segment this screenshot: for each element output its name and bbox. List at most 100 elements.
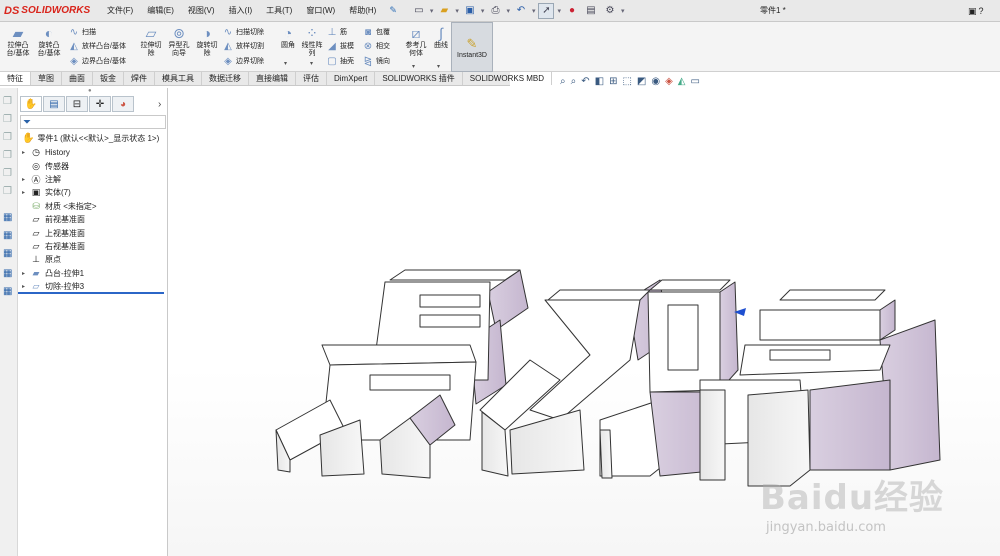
- previous-view-icon[interactable]: ↶: [581, 76, 589, 87]
- expand-arrow-icon[interactable]: ▸: [22, 176, 30, 183]
- expand-arrow-icon[interactable]: ▸: [22, 189, 30, 196]
- rollback-bar[interactable]: [18, 292, 164, 294]
- revolve-boss-button[interactable]: ◐ 旋转凸 台/基体: [33, 24, 65, 58]
- boundary-boss-button[interactable]: ◈ 边界凸台/基体: [68, 54, 126, 68]
- expand-arrow-icon[interactable]: ▸: [22, 270, 30, 277]
- feature-tree-tab-icon[interactable]: ✋: [20, 96, 42, 112]
- tree-item-boss-extrude1[interactable]: ▸ ▰ 凸台-拉伸1: [22, 267, 97, 280]
- pin-menu-icon[interactable]: ✎: [383, 5, 403, 16]
- strip-copy-icon[interactable]: ❐: [3, 150, 15, 162]
- help-search-icon[interactable]: ▣: [968, 6, 977, 17]
- save-dropdown-icon[interactable]: ▾: [481, 7, 485, 15]
- print-dropdown-icon[interactable]: ▾: [506, 7, 510, 15]
- tree-item-right-plane[interactable]: ▱ 右视基准面: [22, 240, 97, 253]
- tree-item-sensors[interactable]: ◎ 传感器: [22, 159, 97, 172]
- tab-direct-editing[interactable]: 直接编辑: [249, 72, 296, 85]
- feature-tree-filter[interactable]: ⏷: [20, 115, 166, 129]
- sweep-cut-button[interactable]: ∿ 扫描切除: [222, 25, 264, 39]
- rebuild-traffic-light-icon[interactable]: ●: [564, 3, 580, 19]
- panel-grip-icon[interactable]: ●: [88, 88, 92, 94]
- section-view-icon[interactable]: ◧: [595, 76, 604, 87]
- rib-button[interactable]: ⊥ 筋: [326, 25, 347, 39]
- tree-item-top-plane[interactable]: ▱ 上视基准面: [22, 226, 97, 239]
- tab-surfaces[interactable]: 曲面: [62, 72, 93, 85]
- strip-copy-icon[interactable]: ❐: [3, 186, 15, 198]
- tab-features[interactable]: 特征: [0, 72, 31, 85]
- new-dropdown-icon[interactable]: ▾: [430, 7, 434, 15]
- property-manager-tab-icon[interactable]: ▤: [43, 96, 65, 112]
- menu-help[interactable]: 帮助(H): [342, 0, 383, 22]
- draft-button[interactable]: ◢ 拔模: [326, 39, 354, 53]
- tree-item-material[interactable]: ⛁ 材质 <未指定>: [22, 200, 96, 213]
- linear-pattern-button[interactable]: ⁘ 线性阵 列: [296, 24, 328, 58]
- expand-arrow-icon[interactable]: ▸: [22, 283, 30, 290]
- tree-item-origin[interactable]: ⊥ 原点: [22, 253, 97, 266]
- strip-tool-icon[interactable]: ▦: [3, 286, 15, 298]
- undo-icon[interactable]: ↶: [513, 3, 529, 19]
- view-settings-icon[interactable]: ▭: [691, 76, 700, 87]
- print-icon[interactable]: ⎙: [487, 3, 503, 19]
- sweep-button[interactable]: ∿ 扫描: [68, 25, 96, 39]
- zoom-to-fit-icon[interactable]: ⌕: [560, 76, 566, 87]
- help-icon[interactable]: ?: [979, 6, 984, 16]
- tab-sheet-metal[interactable]: 钣金: [93, 72, 124, 85]
- pattern-dropdown-icon[interactable]: ▾: [310, 60, 313, 67]
- panel-expand-arrow-icon[interactable]: ›: [158, 99, 161, 110]
- zoom-to-area-icon[interactable]: ⌕: [571, 76, 577, 87]
- loft-boss-button[interactable]: ◭ 放样凸台/基体: [68, 39, 126, 53]
- strip-copy-icon[interactable]: ❐: [3, 132, 15, 144]
- options-dropdown-icon[interactable]: ▾: [621, 7, 625, 15]
- tab-dimxpert[interactable]: DimXpert: [327, 72, 376, 85]
- menu-insert[interactable]: 插入(I): [222, 0, 260, 22]
- strip-tool-icon[interactable]: ▦: [3, 248, 15, 260]
- open-folder-icon[interactable]: ▰: [436, 3, 452, 19]
- intersect-button[interactable]: ⊗ 相交: [362, 39, 390, 53]
- tree-item-front-plane[interactable]: ▱ 前视基准面: [22, 213, 97, 226]
- save-icon[interactable]: ▣: [462, 3, 478, 19]
- part-root-node[interactable]: ✋ 零件1 (默认<<默认>_显示状态 1>): [22, 133, 159, 144]
- menu-tools[interactable]: 工具(T): [259, 0, 299, 22]
- instant3d-button[interactable]: ✎ Instant3D: [451, 22, 493, 72]
- strip-copy-icon[interactable]: ❐: [3, 168, 15, 180]
- tab-data-migration[interactable]: 数据迁移: [202, 72, 249, 85]
- view-orientation-icon[interactable]: ⬚: [622, 76, 631, 87]
- tab-solidworks-addins[interactable]: SOLIDWORKS 插件: [375, 72, 463, 85]
- boundary-cut-button[interactable]: ◈ 边界切除: [222, 54, 264, 68]
- tab-sketch[interactable]: 草图: [31, 72, 62, 85]
- strip-tool-icon[interactable]: ▦: [3, 230, 15, 242]
- reference-geometry-dropdown-icon[interactable]: ▾: [412, 63, 415, 70]
- configuration-manager-tab-icon[interactable]: ⊟: [66, 96, 88, 112]
- menu-edit[interactable]: 编辑(E): [140, 0, 181, 22]
- fillet-dropdown-icon[interactable]: ▾: [284, 60, 287, 67]
- tab-mold-tools[interactable]: 模具工具: [155, 72, 202, 85]
- apply-scene-icon[interactable]: ◭: [678, 76, 686, 87]
- extrude-boss-button[interactable]: ▰ 拉伸凸 台/基体: [2, 24, 34, 58]
- menu-window[interactable]: 窗口(W): [299, 0, 342, 22]
- loft-cut-button[interactable]: ◭ 放样切割: [222, 39, 264, 53]
- new-document-icon[interactable]: ▭: [411, 3, 427, 19]
- wrap-button[interactable]: ◙ 包覆: [362, 25, 390, 39]
- select-dropdown-icon[interactable]: ▾: [557, 7, 561, 15]
- tree-item-annotations[interactable]: ▸ Ⓐ 注解: [22, 173, 97, 186]
- tree-item-solid-bodies[interactable]: ▸ ▣ 实体(7): [22, 186, 97, 199]
- tab-evaluate[interactable]: 评估: [296, 72, 327, 85]
- menu-view[interactable]: 视图(V): [181, 0, 222, 22]
- hide-show-items-icon[interactable]: ◉: [651, 76, 660, 87]
- tab-solidworks-mbd[interactable]: SOLIDWORKS MBD: [463, 72, 553, 85]
- dimxpert-manager-tab-icon[interactable]: ✛: [89, 96, 111, 112]
- strip-tool-icon[interactable]: ▦: [3, 268, 15, 280]
- mirror-button[interactable]: ⧎ 镜向: [362, 54, 390, 68]
- dynamic-annotation-icon[interactable]: ⊞: [609, 76, 617, 87]
- revolve-cut-button[interactable]: ◑ 旋转切 除: [191, 24, 223, 58]
- curves-dropdown-icon[interactable]: ▾: [437, 63, 440, 70]
- tree-item-history[interactable]: ▸ ◷ History: [22, 146, 97, 159]
- strip-copy-icon[interactable]: ❐: [3, 96, 15, 108]
- expand-arrow-icon[interactable]: ▸: [22, 149, 30, 156]
- display-manager-tab-icon[interactable]: ◕: [112, 96, 134, 112]
- file-properties-icon[interactable]: ▤: [583, 3, 599, 19]
- solidworks-logo[interactable]: DS SOLIDWORKS: [0, 0, 100, 22]
- strip-copy-icon[interactable]: ❐: [3, 114, 15, 126]
- open-dropdown-icon[interactable]: ▾: [455, 7, 459, 15]
- select-pointer-icon[interactable]: ➚: [538, 2, 555, 19]
- display-style-icon[interactable]: ◩: [637, 76, 646, 87]
